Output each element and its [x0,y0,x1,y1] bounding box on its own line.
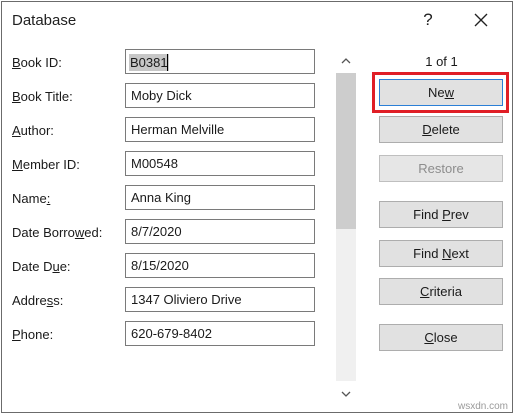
watermark: wsxdn.com [457,401,508,412]
label-book-title: Book Title: [12,89,73,104]
help-icon[interactable]: ? [420,10,436,30]
criteria-button[interactable]: Criteria [379,278,503,305]
scroll-thumb[interactable] [336,73,356,229]
book-id-value: B0381 [129,54,169,71]
text-caret [167,54,168,71]
window-title: Database [12,12,77,29]
label-member-id: Member ID: [12,157,80,172]
name-input[interactable] [125,185,315,210]
label-address: Address: [12,293,64,308]
label-phone: Phone: [12,327,54,342]
record-scrollbar[interactable] [335,51,357,409]
phone-input[interactable] [125,321,315,346]
new-button[interactable]: New [379,79,503,106]
record-counter: 1 of 1 [425,54,458,69]
title-bar: Database ? [2,2,512,40]
scroll-track[interactable] [336,229,356,381]
restore-button: Restore [379,155,503,182]
book-title-input[interactable] [125,83,315,108]
author-input[interactable] [125,117,315,142]
chevron-up-icon[interactable] [335,51,357,71]
delete-button[interactable]: Delete [379,116,503,143]
label-book-id: Book ID: [12,55,62,70]
address-input[interactable] [125,287,315,312]
member-id-input[interactable] [125,151,315,176]
label-author: Author: [12,123,54,138]
chevron-down-icon[interactable] [335,384,357,404]
date-due-input[interactable] [125,253,315,278]
date-borrowed-input[interactable] [125,219,315,244]
find-next-button[interactable]: Find Next [379,240,503,267]
find-prev-button[interactable]: Find Prev [379,201,503,228]
close-icon[interactable] [472,11,490,29]
close-button[interactable]: Close [379,324,503,351]
label-date-due: Date Due: [12,259,71,274]
label-date-borrowed: Date Borrowed: [12,225,103,240]
label-name: Name: [12,191,51,206]
database-dialog: Database ? Book ID: Book Title: Author: … [1,1,513,413]
